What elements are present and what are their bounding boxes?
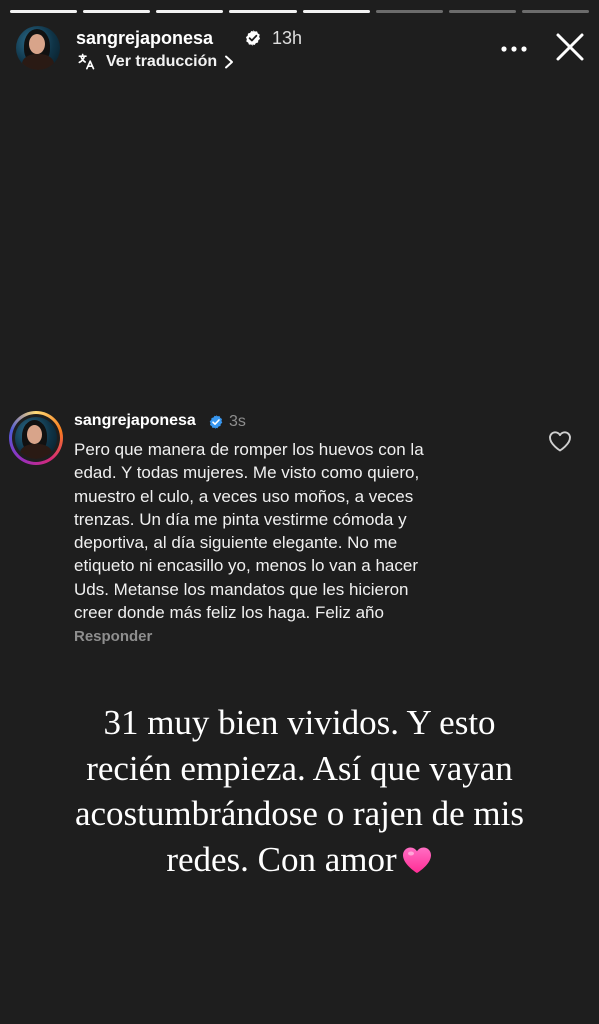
verified-badge-icon	[245, 30, 261, 46]
translate-label: Ver traducción	[106, 53, 218, 70]
comment-card: sangrejaponesa 3s Pero que manera de rom…	[0, 408, 599, 668]
heart-outline-icon[interactable]	[548, 430, 572, 452]
avatar[interactable]	[16, 26, 60, 70]
caption-text: 31 muy bien vividos. Y esto recién empie…	[74, 703, 525, 879]
pink-heart-icon	[402, 847, 431, 873]
reply-button[interactable]: Responder	[74, 628, 152, 645]
progress-segment	[156, 10, 224, 13]
comment-username[interactable]: sangrejaponesa	[74, 412, 196, 430]
more-horizontal-icon[interactable]	[499, 37, 529, 61]
progress-segment	[10, 10, 78, 13]
chevron-right-icon	[225, 55, 234, 69]
verified-badge-icon	[209, 415, 223, 429]
progress-segment	[83, 10, 151, 13]
progress-segment	[375, 10, 443, 13]
comment-time: 3s	[229, 413, 246, 430]
comment-text: Pero que manera de romper los huevos con…	[74, 440, 424, 623]
progress-segment	[302, 10, 370, 13]
story-header: sangrejaponesa 13h Ver traducción	[14, 24, 587, 74]
story-caption: 31 muy bien vividos. Y esto recién empie…	[0, 700, 599, 882]
translate-button[interactable]: Ver traducción	[76, 52, 234, 72]
avatar	[15, 417, 57, 459]
progress-segment	[229, 10, 297, 13]
translate-icon	[78, 53, 95, 70]
story-time: 13h	[272, 28, 303, 48]
story-progress-bar	[10, 10, 589, 13]
progress-segment	[448, 10, 516, 13]
progress-segment	[521, 10, 589, 13]
close-icon[interactable]	[553, 30, 587, 64]
story-username[interactable]: sangrejaponesa	[76, 28, 213, 49]
comment-avatar-ring[interactable]	[9, 411, 63, 465]
